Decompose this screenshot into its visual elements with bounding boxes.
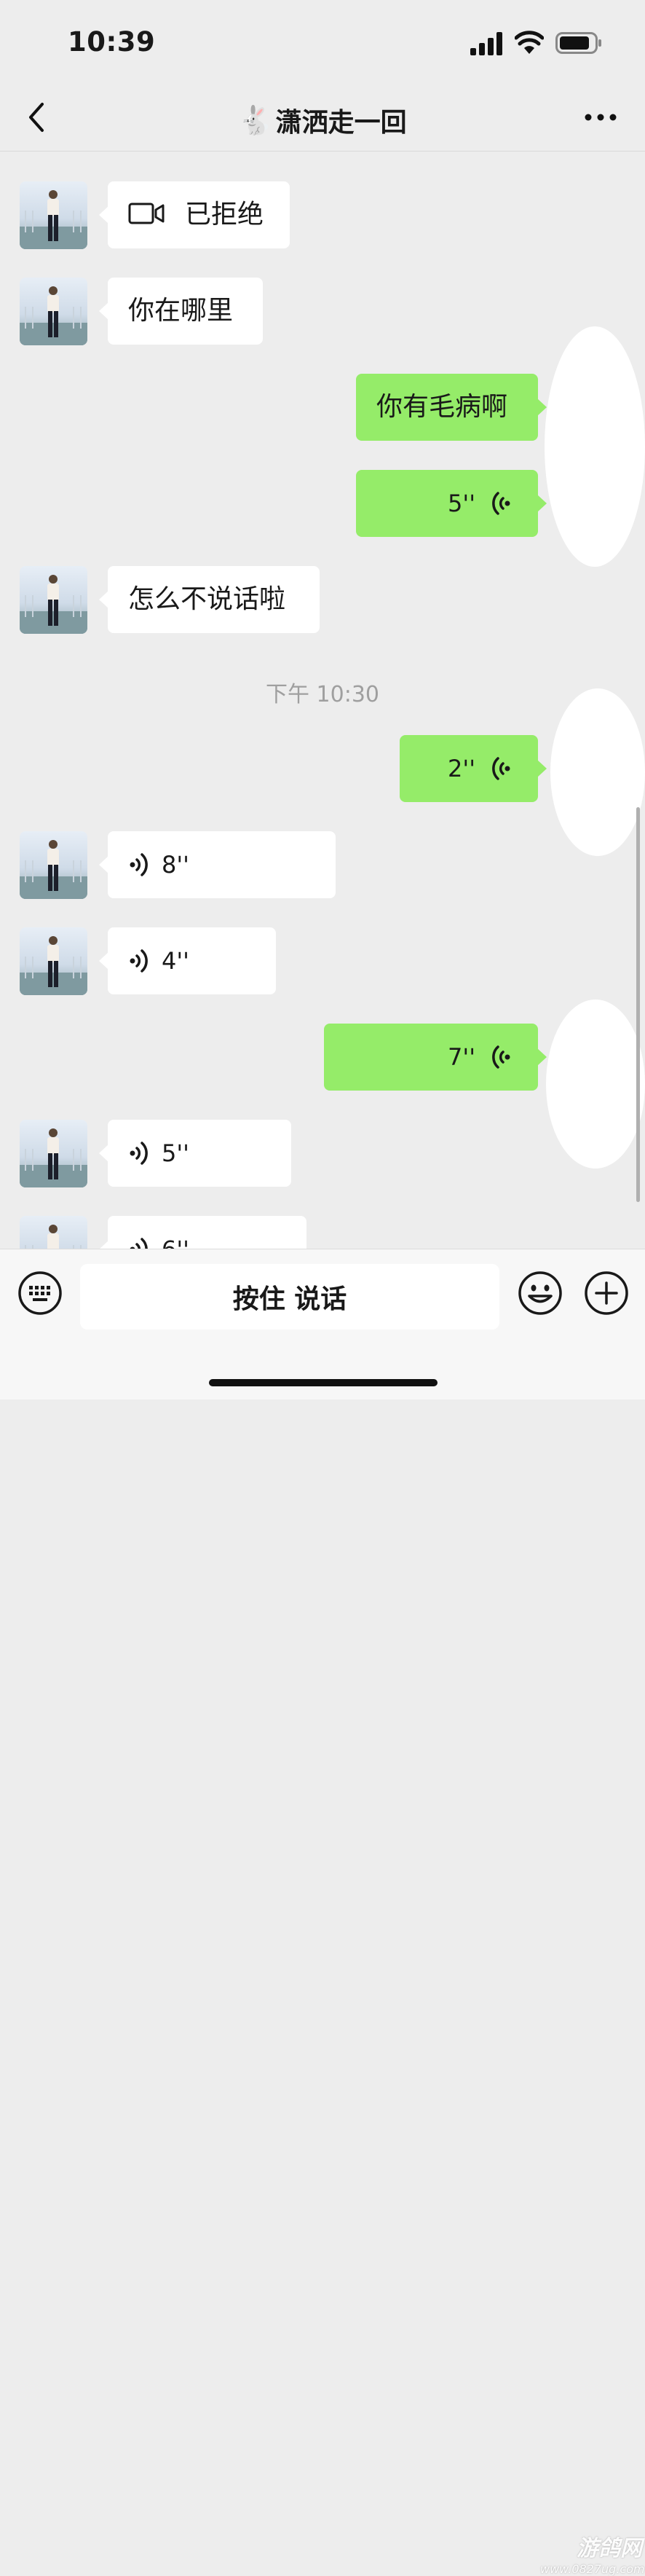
voice-wave-icon xyxy=(130,1238,148,1249)
incoming-voice-bubble[interactable]: 8'' xyxy=(99,831,336,898)
voice-wave-icon xyxy=(130,1142,148,1165)
chat-title: 🐇 潇洒走一回 xyxy=(0,101,645,139)
status-time: 10:39 xyxy=(68,26,156,58)
message-row: 2'' xyxy=(0,735,645,802)
outgoing-voice-bubble[interactable]: 2'' xyxy=(400,735,547,802)
wifi-icon xyxy=(515,31,544,54)
status-bar: 10:39 xyxy=(0,0,645,84)
contact-avatar[interactable] xyxy=(20,927,87,995)
contact-avatar[interactable] xyxy=(20,1216,87,1249)
message-row: 5'' xyxy=(0,1120,645,1187)
more-functions-button[interactable] xyxy=(584,1271,629,1316)
incoming-voice-bubble[interactable]: 5'' xyxy=(99,1120,291,1187)
voice-duration: 5'' xyxy=(162,1139,189,1167)
chat-scrollbar[interactable] xyxy=(636,807,640,1202)
message-row: 已拒绝 xyxy=(0,181,645,249)
message-row: 6'' xyxy=(0,1216,645,1249)
keyboard-toggle-button[interactable] xyxy=(17,1271,63,1316)
more-dots-icon xyxy=(585,114,617,121)
message-row: 4'' xyxy=(0,927,645,995)
contact-avatar[interactable] xyxy=(20,278,87,345)
rabbit-emoji-icon: 🐇 xyxy=(238,103,273,136)
contact-avatar[interactable] xyxy=(20,566,87,634)
site-watermark: 游鸽网 www.0827ug.com xyxy=(540,2530,645,2576)
voice-duration: 5'' xyxy=(448,490,475,517)
redaction-mark xyxy=(550,688,645,856)
incoming-voice-bubble[interactable]: 4'' xyxy=(99,927,276,994)
incoming-message-bubble[interactable]: 你在哪里 xyxy=(99,278,263,345)
chat-timestamp: 下午 10:30 xyxy=(266,682,379,707)
watermark-main: 游鸽网 xyxy=(577,2536,642,2561)
outgoing-voice-bubble[interactable]: 5'' xyxy=(356,470,547,537)
cellular-signal-icon xyxy=(470,32,502,55)
message-text: 已拒绝 xyxy=(185,200,264,229)
voice-duration: 7'' xyxy=(448,1043,475,1071)
message-row: 你在哪里 xyxy=(0,278,645,345)
incoming-message-bubble[interactable]: 已拒绝 xyxy=(99,181,290,248)
contact-avatar[interactable] xyxy=(20,181,87,249)
message-text: 你在哪里 xyxy=(128,296,234,326)
voice-duration: 8'' xyxy=(162,851,189,879)
voice-wave-icon xyxy=(492,1045,510,1069)
message-row: 8'' xyxy=(0,831,645,899)
voice-duration: 4'' xyxy=(162,947,189,975)
contact-avatar[interactable] xyxy=(20,1120,87,1187)
voice-duration: 2'' xyxy=(448,755,475,782)
incoming-voice-bubble[interactable]: 6'' xyxy=(99,1216,306,1249)
message-text: 怎么不说话啦 xyxy=(128,584,286,614)
voice-wave-icon xyxy=(130,949,148,973)
message-row: 怎么不说话啦 xyxy=(0,566,645,634)
voice-wave-icon xyxy=(492,757,510,780)
voice-duration: 6'' xyxy=(162,1216,189,1249)
outgoing-voice-bubble[interactable]: 7'' xyxy=(324,1024,547,1091)
chat-title-text: 潇洒走一回 xyxy=(275,108,407,138)
battery-icon xyxy=(555,32,601,54)
redaction-mark xyxy=(546,1000,645,1169)
more-options-button[interactable] xyxy=(582,103,619,132)
emoji-smile-icon xyxy=(518,1271,562,1315)
hold-to-talk-button[interactable]: 按住 说话 xyxy=(80,1264,499,1330)
watermark-url: www.0827ug.com xyxy=(540,2562,645,2576)
outgoing-message-bubble[interactable]: 你有毛病啊 xyxy=(356,374,547,441)
emoji-button[interactable] xyxy=(518,1271,563,1316)
video-call-icon xyxy=(128,203,165,224)
voice-wave-icon xyxy=(130,853,148,876)
nav-bar: 🐇 潇洒走一回 xyxy=(0,84,645,152)
voice-wave-icon xyxy=(492,492,510,515)
input-bar: 按住 说话 游鸽网 www.0827ug.com xyxy=(0,1249,645,2576)
contact-avatar[interactable] xyxy=(20,831,87,899)
message-text: 你有毛病啊 xyxy=(376,392,508,422)
keyboard-icon xyxy=(18,1271,62,1315)
home-indicator[interactable] xyxy=(209,1379,438,1386)
incoming-message-bubble[interactable]: 怎么不说话啦 xyxy=(99,566,320,633)
redaction-mark xyxy=(545,326,645,567)
plus-circle-icon xyxy=(585,1271,628,1315)
